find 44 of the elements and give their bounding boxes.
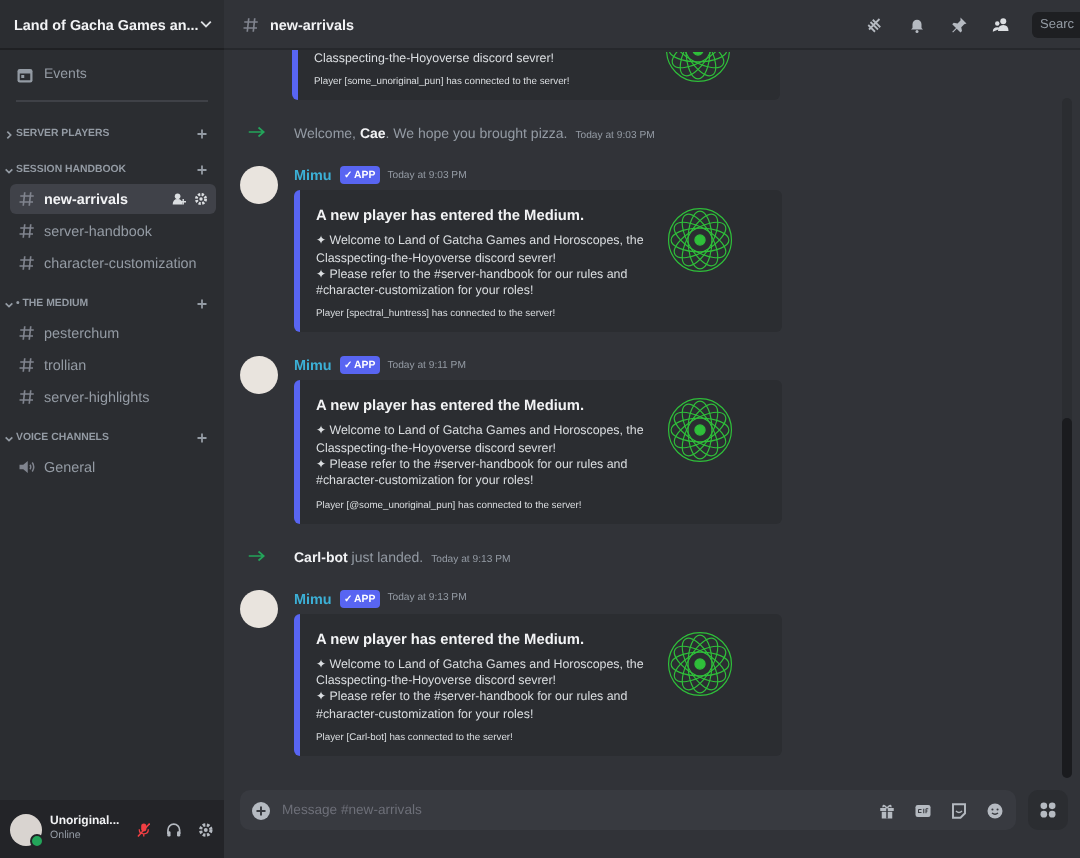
- emoji-icon[interactable]: [986, 801, 1004, 819]
- chevron-down-icon: [200, 20, 212, 28]
- hashtag-icon: [18, 190, 36, 208]
- chevron-icon: [4, 433, 14, 443]
- gift-icon[interactable]: [878, 801, 896, 819]
- gif-icon[interactable]: [914, 801, 932, 819]
- sticker-icon[interactable]: [950, 801, 968, 819]
- mandala-icon: [666, 206, 734, 275]
- mandala-icon: [666, 629, 734, 698]
- members-icon[interactable]: [992, 15, 1010, 33]
- hashtag-icon: [18, 388, 36, 406]
- mandala-icon: [666, 396, 734, 465]
- add-member-icon[interactable]: [172, 192, 186, 206]
- bot-avatar[interactable]: [240, 356, 278, 395]
- threads-icon[interactable]: [866, 15, 884, 33]
- arrow-right-icon: [248, 549, 266, 562]
- chevron-icon: [4, 129, 14, 139]
- hashtag-icon: [242, 15, 260, 33]
- scrollbar-thumb[interactable]: [1062, 418, 1072, 778]
- plus-icon[interactable]: [196, 128, 208, 140]
- pin-icon[interactable]: [950, 15, 968, 33]
- chevron-icon: [4, 165, 14, 175]
- plus-icon[interactable]: [196, 164, 208, 176]
- speaker-icon: [18, 458, 36, 476]
- bell-icon[interactable]: [908, 15, 926, 33]
- bot-avatar[interactable]: [240, 589, 278, 628]
- status-dot: [30, 833, 44, 847]
- hashtag-icon: [18, 254, 36, 272]
- settings-icon[interactable]: [194, 192, 208, 206]
- hashtag-icon: [18, 324, 36, 342]
- hashtag-icon: [18, 356, 36, 374]
- microphone-icon[interactable]: [135, 821, 151, 837]
- headphones-icon[interactable]: [166, 821, 183, 837]
- chevron-icon: [4, 299, 14, 309]
- user-avatar[interactable]: [10, 813, 42, 845]
- plus-icon[interactable]: [252, 801, 270, 819]
- plus-icon[interactable]: [196, 298, 208, 310]
- bot-avatar[interactable]: [240, 166, 278, 205]
- calendar-icon: [16, 65, 34, 83]
- settings-icon[interactable]: [198, 821, 215, 837]
- hashtag-icon: [18, 222, 36, 240]
- arrow-right-icon: [248, 126, 266, 139]
- plus-icon[interactable]: [196, 432, 208, 444]
- apps-icon[interactable]: [1028, 790, 1068, 830]
